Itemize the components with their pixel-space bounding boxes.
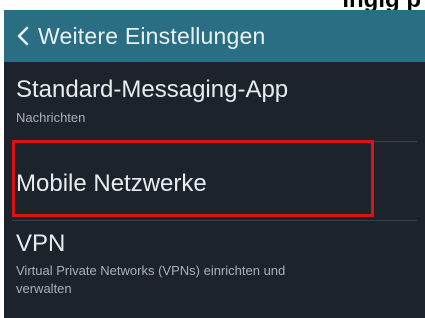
divider: [12, 141, 417, 142]
setting-item-subtitle: Virtual Private Networks (VPNs) einricht…: [16, 262, 425, 298]
divider: [12, 220, 417, 221]
setting-item-vpn[interactable]: VPN Virtual Private Networks (VPNs) einr…: [4, 230, 425, 298]
phone-screen: Weitere Einstellungen Standard-Messaging…: [4, 10, 425, 318]
setting-item-title: Mobile Netzwerke: [16, 170, 207, 197]
setting-item-title: VPN: [16, 230, 66, 257]
chevron-left-icon[interactable]: [8, 10, 38, 62]
setting-item-default-messaging-app[interactable]: Standard-Messaging-App Nachrichten: [4, 76, 425, 125]
setting-item-title: Standard-Messaging-App: [16, 76, 289, 103]
app-header: Weitere Einstellungen: [4, 10, 425, 62]
setting-item-mobile-networks[interactable]: Mobile Netzwerke: [4, 170, 425, 198]
setting-item-subtitle: Nachrichten: [16, 110, 86, 125]
setting-item-subtitle-line: verwalten: [16, 281, 72, 296]
setting-item-subtitle-line: Virtual Private Networks (VPNs) einricht…: [16, 263, 286, 278]
page-title: Weitere Einstellungen: [38, 22, 266, 49]
